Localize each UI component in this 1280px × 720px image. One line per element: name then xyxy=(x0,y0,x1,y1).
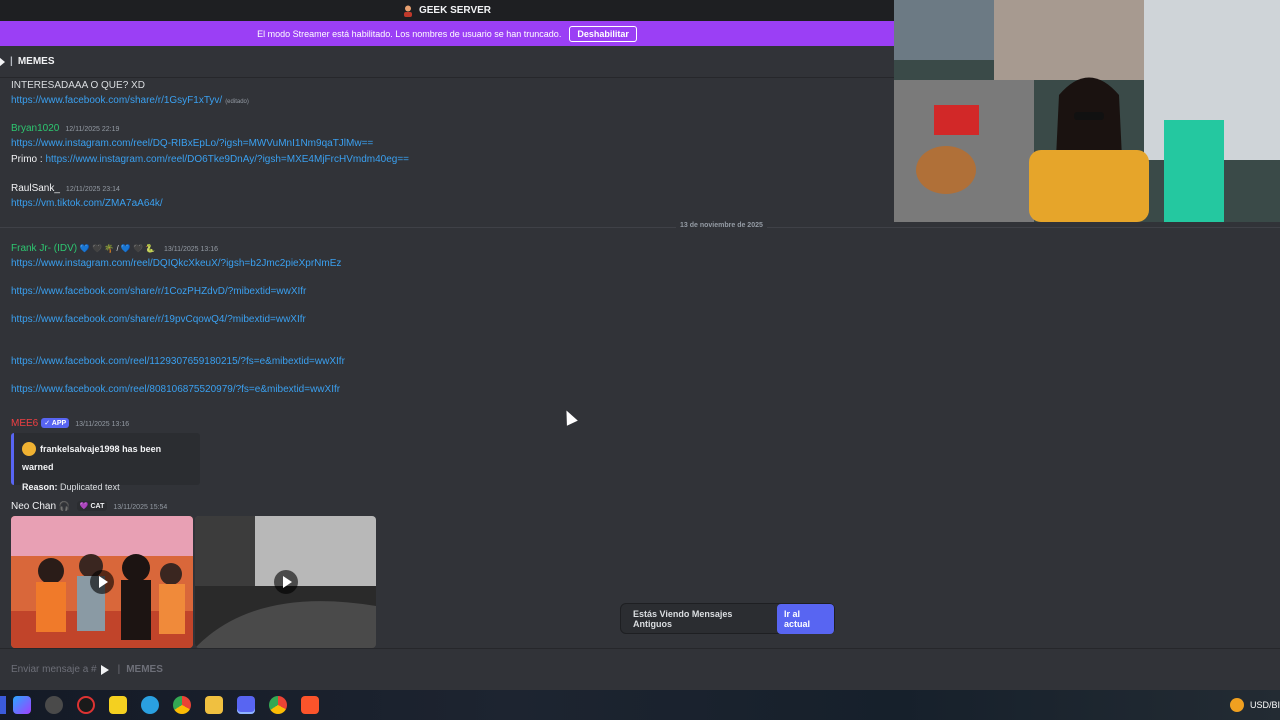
composer-separator: | xyxy=(117,664,121,675)
old-messages-bar: Estás Viendo Mensajes Antiguos Ir al act… xyxy=(620,603,835,634)
play-icon[interactable] xyxy=(90,570,114,594)
message-link[interactable]: https://www.facebook.com/share/r/1CozPHZ… xyxy=(11,286,306,297)
message-author[interactable]: MEE6 xyxy=(11,418,38,429)
telegram-icon[interactable] xyxy=(141,696,159,714)
streamer-mode-banner: El modo Streamer está habilitado. Los no… xyxy=(0,21,894,46)
author-emojis: 💙 🖤 🌴 / 💙 🖤 🐍 xyxy=(79,244,156,253)
date-divider-label: 13 de noviembre de 2025 xyxy=(676,222,767,229)
message-link[interactable]: https://www.instagram.com/reel/DQ-RIBxEp… xyxy=(11,138,373,149)
message-item: RaulSank_ 12/11/2025 23:14 https://vm.tik… xyxy=(11,183,163,209)
message-author[interactable]: Frank Jr- (IDV) xyxy=(11,243,77,254)
message-link[interactable]: https://www.instagram.com/reel/DQIQkcXke… xyxy=(11,258,341,269)
composer-channel: MEMES xyxy=(126,664,163,675)
discord-icon[interactable] xyxy=(237,696,255,714)
message-composer[interactable]: Enviar mensaje a # | MEMES xyxy=(0,648,1280,690)
webcam-image xyxy=(894,0,1280,222)
sticky-notes-icon[interactable] xyxy=(109,696,127,714)
start-edge-icon[interactable] xyxy=(0,696,6,714)
message-text: Primo : xyxy=(11,154,43,165)
brave-icon[interactable] xyxy=(301,696,319,714)
embed-reason-label: Reason: xyxy=(22,482,58,492)
jump-to-present-button[interactable]: Ir al actual xyxy=(776,603,834,634)
channel-name[interactable]: MEMES xyxy=(18,56,55,67)
message-author[interactable]: Neo Chan xyxy=(11,501,56,512)
server-icon xyxy=(403,5,412,17)
message-link[interactable]: https://www.facebook.com/reel/1129307659… xyxy=(11,356,345,367)
embed-reason: Duplicated text xyxy=(60,482,120,492)
app-badge: ✓ APP xyxy=(41,418,70,428)
message-text: INTERESADAAA O QUE? XD xyxy=(11,80,145,91)
channel-hash-icon xyxy=(0,57,5,66)
webcam-overlay xyxy=(894,0,1280,222)
video-attachment[interactable] xyxy=(195,516,376,648)
message-link[interactable]: https://www.facebook.com/share/r/19pvCqo… xyxy=(11,314,306,325)
edited-label: (editado) xyxy=(225,99,249,105)
message-timestamp: 13/11/2025 15:54 xyxy=(113,504,168,511)
message-timestamp: 13/11/2025 13:16 xyxy=(164,246,218,253)
message-item: Neo Chan 🎧 💜 CAT 13/11/2025 15:54 xyxy=(11,501,167,512)
headphones-icon: 🎧 xyxy=(58,501,71,511)
settings-icon[interactable] xyxy=(45,696,63,714)
streamer-banner-text: El modo Streamer está habilitado. Los no… xyxy=(257,28,562,39)
currency-ticker[interactable]: USD/BI xyxy=(1250,700,1280,710)
currency-icon xyxy=(1229,698,1244,712)
channel-separator: | xyxy=(10,56,13,67)
message-author[interactable]: RaulSank_ xyxy=(11,183,60,194)
embed-avatar xyxy=(22,441,36,456)
message-link[interactable]: https://www.facebook.com/share/r/1GsyF1x… xyxy=(11,95,222,106)
message-timestamp: 12/11/2025 22:19 xyxy=(65,126,120,133)
play-icon[interactable] xyxy=(273,570,298,594)
chrome-icon[interactable] xyxy=(173,696,191,714)
video-attachment[interactable] xyxy=(11,516,193,648)
message-link[interactable]: https://www.facebook.com/reel/8081068755… xyxy=(11,384,340,395)
message-item: Bryan1020 12/11/2025 22:19 https://www.in… xyxy=(11,123,409,165)
message-item: INTERESADAAA O QUE? XD https://www.faceb… xyxy=(11,80,249,106)
embed-title: frankelsalvaje1998 has been warned xyxy=(22,443,162,472)
date-divider: 13 de noviembre de 2025 xyxy=(0,222,1280,229)
old-messages-text: Estás Viendo Mensajes Antiguos xyxy=(633,608,733,629)
obs-icon[interactable] xyxy=(77,696,95,714)
message-timestamp: 13/11/2025 13:16 xyxy=(75,421,130,428)
message-link[interactable]: https://vm.tiktok.com/ZMA7aA64k/ xyxy=(11,198,163,209)
title-bar: GEEK SERVER xyxy=(0,0,894,21)
channel-icon xyxy=(100,664,109,675)
chrome-icon[interactable] xyxy=(269,696,287,714)
system-tray: USD/BI xyxy=(1229,690,1280,720)
server-name: GEEK SERVER xyxy=(418,5,492,16)
file-explorer-icon[interactable] xyxy=(205,696,223,714)
warning-embed: frankelsalvaje1998 has been warned Reaso… xyxy=(11,433,200,492)
taskbar: USD/BI xyxy=(0,690,1280,720)
copilot-icon[interactable] xyxy=(13,696,31,714)
cat-badge: 💜 CAT xyxy=(76,501,108,511)
message-author[interactable]: Bryan1020 xyxy=(11,123,59,134)
message-item: MEE6 ✓ APP 13/11/2025 13:16 xyxy=(11,418,129,429)
message-timestamp: 12/11/2025 23:14 xyxy=(65,186,120,193)
composer-placeholder[interactable]: Enviar mensaje a # xyxy=(11,664,97,675)
disable-streamer-button[interactable]: Deshabilitar xyxy=(569,25,637,42)
message-link[interactable]: https://www.instagram.com/reel/DO6Tke9Dn… xyxy=(45,154,409,165)
message-item: Frank Jr- (IDV) 💙 🖤 🌴 / 💙 🖤 🐍 13/11/2025… xyxy=(11,243,345,395)
